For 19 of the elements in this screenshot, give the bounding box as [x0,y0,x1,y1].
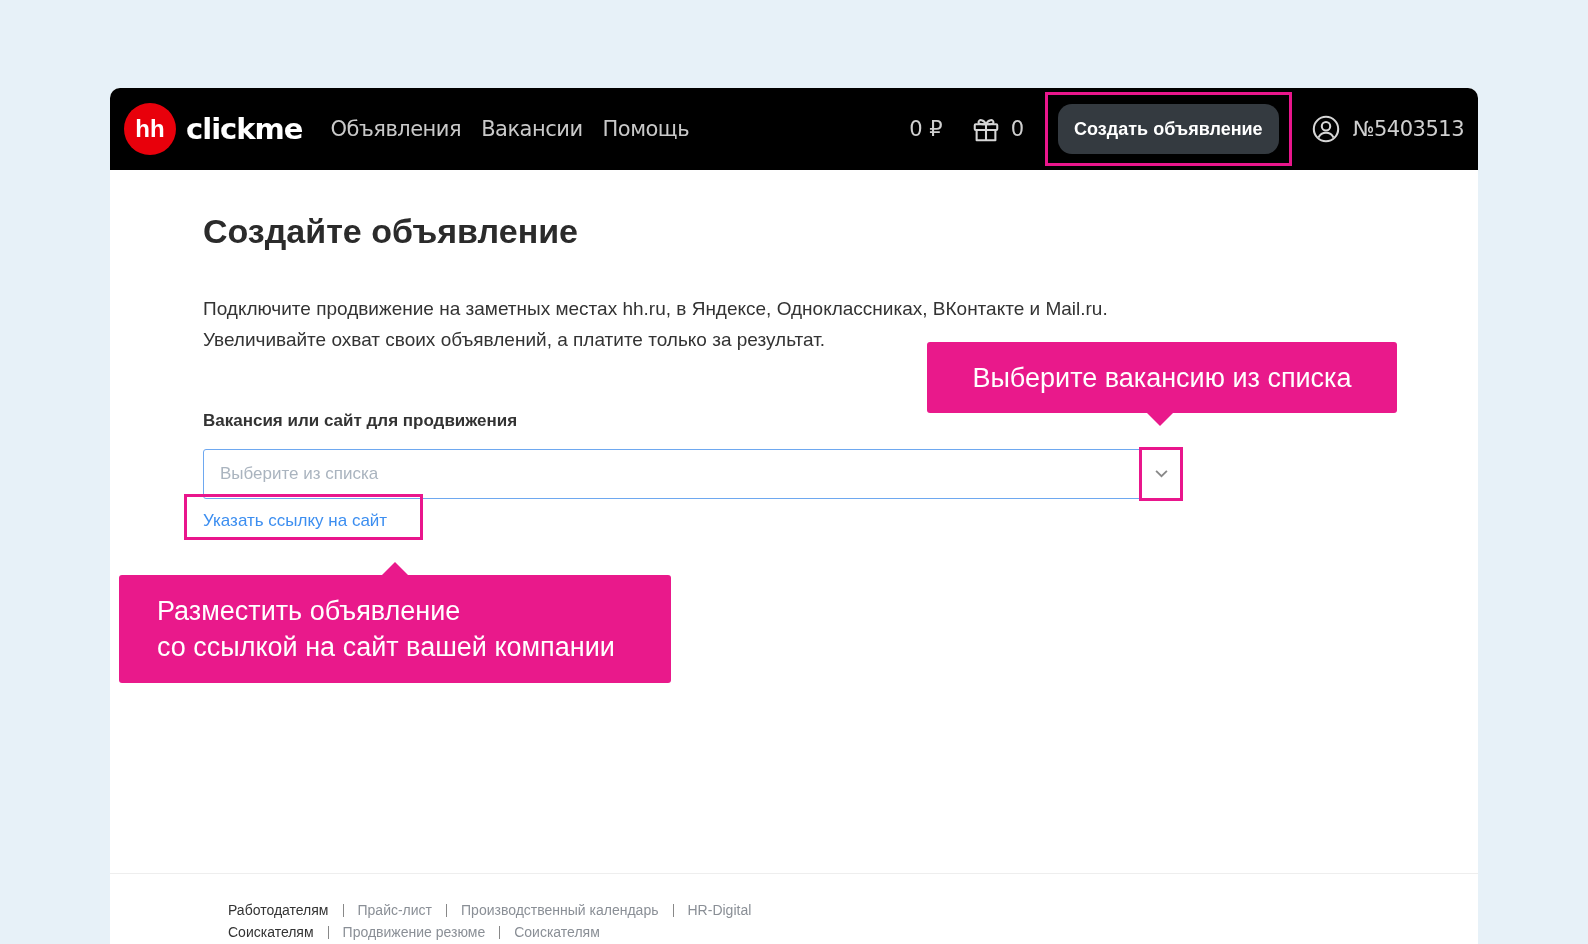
callout-text: Выберите вакансию из списка [972,361,1352,395]
nav-link[interactable]: Помощь [602,117,690,141]
balance[interactable]: 0 ₽ [909,117,943,141]
highlight-frame [1139,447,1183,501]
gift-count: 0 [1010,117,1025,141]
account-number[interactable]: №5403513 [1352,117,1464,141]
logo-text[interactable]: clickme [186,112,303,146]
nav-link[interactable]: Объявления [330,117,462,141]
page-title: Создайте объявление [203,212,579,251]
footer-link[interactable]: Работодателям [228,902,329,918]
intro-paragraph: Подключите продвижение на заметных местах hh.ru, в Яндексе, Одноклассниках, ВКонтакте и Mail.ru. Увеличивайте охват своих объявлений, а платите только за результат. [203,297,1109,352]
footer-link[interactable]: Соискателям [228,924,314,940]
create-ad-button[interactable]: Создать объявление [1058,104,1279,154]
callout-text: Разместить объявление со ссылкой на сайт вашей компании [157,596,615,662]
field-label: Вакансия или сайт для продвижения [203,411,518,431]
chevron-down-icon[interactable] [1154,469,1169,478]
logo-badge[interactable]: hh [124,103,176,155]
user-icon[interactable] [1310,114,1341,144]
nav-link[interactable]: Вакансии [481,117,583,141]
